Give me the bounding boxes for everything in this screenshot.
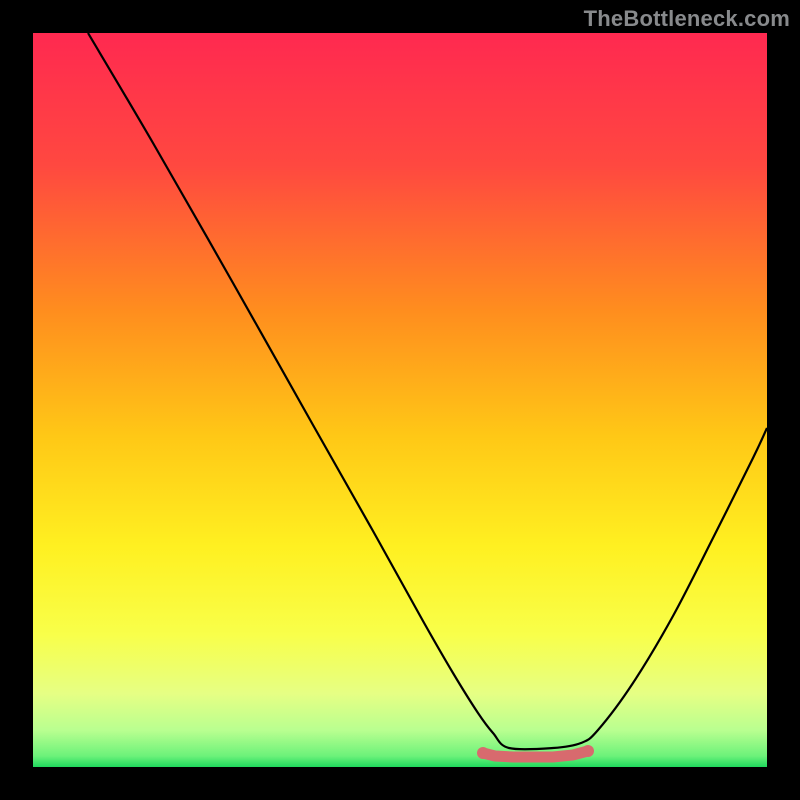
plot-area: [33, 33, 767, 767]
endpoint-dot: [582, 745, 594, 757]
optimum-segment: [483, 751, 588, 757]
watermark-label: TheBottleneck.com: [584, 6, 790, 32]
curve-layer: [33, 33, 767, 767]
endpoint-dot: [477, 747, 489, 759]
chart-frame: TheBottleneck.com: [0, 0, 800, 800]
bottleneck-curve: [88, 33, 767, 749]
